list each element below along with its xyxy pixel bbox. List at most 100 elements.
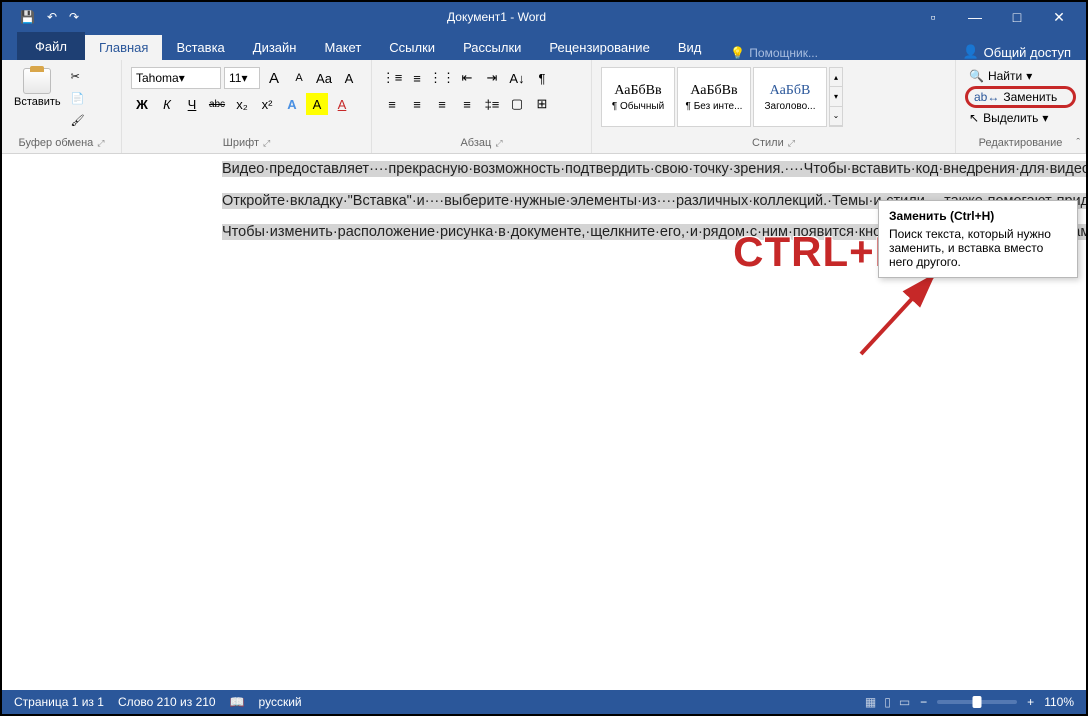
- group-font: Tahoma ▾ 11 ▾ A A Aa A Ж К Ч abc x₂ x² A…: [122, 60, 372, 153]
- tooltip-title: Заменить (Ctrl+H): [889, 209, 1067, 223]
- tab-references[interactable]: Ссылки: [375, 35, 449, 60]
- tab-layout[interactable]: Макет: [310, 35, 375, 60]
- statusbar: Страница 1 из 1 Слово 210 из 210 📖 русск…: [2, 690, 1086, 714]
- font-color-button[interactable]: A: [331, 93, 353, 115]
- ribbon-options-button[interactable]: ▫: [914, 2, 952, 32]
- redo-icon[interactable]: ↷: [69, 10, 79, 24]
- bold-button[interactable]: Ж: [131, 93, 153, 115]
- change-case-button[interactable]: Aa: [313, 67, 335, 89]
- tab-review[interactable]: Рецензирование: [535, 35, 663, 60]
- paragraph-label: Абзац: [460, 137, 491, 149]
- shading-button[interactable]: ▢: [506, 93, 528, 115]
- strike-button[interactable]: abc: [206, 93, 228, 115]
- tab-insert[interactable]: Вставка: [162, 35, 238, 60]
- copy-button[interactable]: 📄: [71, 89, 85, 107]
- share-button[interactable]: 👤Общий доступ: [962, 44, 1071, 60]
- line-spacing-button[interactable]: ‡≡: [481, 93, 503, 115]
- tab-view[interactable]: Вид: [664, 35, 716, 60]
- zoom-slider[interactable]: [937, 700, 1017, 704]
- tab-mailings[interactable]: Рассылки: [449, 35, 535, 60]
- styles-label: Стили: [752, 137, 784, 149]
- justify-button[interactable]: ≡: [456, 93, 478, 115]
- clear-format-button[interactable]: A: [338, 67, 360, 89]
- replace-tooltip: Заменить (Ctrl+H) Поиск текста, который …: [878, 200, 1078, 278]
- bullets-button[interactable]: ⋮≡: [381, 67, 403, 89]
- collapse-ribbon-button[interactable]: ˆ: [1076, 137, 1080, 149]
- font-size-select[interactable]: 11 ▾: [224, 67, 260, 89]
- read-mode-icon[interactable]: ▦: [865, 695, 876, 709]
- highlight-button[interactable]: A: [306, 93, 328, 115]
- paste-icon: [23, 68, 51, 94]
- superscript-button[interactable]: x²: [256, 93, 278, 115]
- tab-file[interactable]: Файл: [17, 32, 85, 60]
- zoom-out-button[interactable]: −: [920, 695, 927, 709]
- titlebar: 💾 ↶ ↷ Документ1 - Word ▫ — □ ✕: [2, 2, 1086, 32]
- show-marks-button[interactable]: ¶: [531, 67, 553, 89]
- ribbon-tabs: Файл Главная Вставка Дизайн Макет Ссылки…: [2, 32, 1086, 60]
- align-left-button[interactable]: ≡: [381, 93, 403, 115]
- select-button[interactable]: ↖Выделить ▾: [965, 109, 1076, 127]
- document-paragraph-1: Видео·предоставляет····прекрасную·возмож…: [222, 161, 1086, 177]
- annotation-arrow: [851, 264, 951, 364]
- share-icon: 👤: [962, 44, 978, 60]
- replace-icon: ab↔: [974, 90, 999, 104]
- word-count[interactable]: Слово 210 из 210: [118, 695, 216, 709]
- font-dialog-icon[interactable]: ⤢: [263, 138, 270, 149]
- ribbon: Вставить ✂ 📄 🖌 Буфер обмена⤢ Tahoma ▾ 11…: [2, 60, 1086, 154]
- numbering-button[interactable]: ≡: [406, 67, 428, 89]
- search-icon: 🔍: [969, 69, 984, 83]
- group-paragraph: ⋮≡ ≡ ⋮⋮ ⇤ ⇥ A↓ ¶ ≡ ≡ ≡ ≡ ‡≡ ▢ ⊞ Абзац ⤢: [372, 60, 592, 153]
- align-center-button[interactable]: ≡: [406, 93, 428, 115]
- clipboard-dialog-icon[interactable]: ⤢: [97, 138, 104, 149]
- increase-indent-button[interactable]: ⇥: [481, 67, 503, 89]
- window-title: Документ1 - Word: [79, 10, 914, 24]
- subscript-button[interactable]: x₂: [231, 93, 253, 115]
- spell-check-icon[interactable]: 📖: [230, 695, 245, 709]
- tab-design[interactable]: Дизайн: [239, 35, 311, 60]
- multilevel-button[interactable]: ⋮⋮: [431, 67, 453, 89]
- language-indicator[interactable]: русский: [259, 695, 302, 709]
- group-editing: 🔍Найти ▾ ab↔Заменить ↖Выделить ▾ Редакти…: [956, 60, 1086, 153]
- minimize-button[interactable]: —: [956, 2, 994, 32]
- tell-me[interactable]: 💡Помощник...: [730, 46, 818, 60]
- text-effects-button[interactable]: A: [281, 93, 303, 115]
- align-right-button[interactable]: ≡: [431, 93, 453, 115]
- print-layout-icon[interactable]: ▯: [884, 695, 891, 709]
- tooltip-body: Поиск текста, который нужно заменить, и …: [889, 227, 1067, 269]
- font-label: Шрифт: [223, 137, 259, 149]
- undo-icon[interactable]: ↶: [47, 10, 57, 24]
- decrease-indent-button[interactable]: ⇤: [456, 67, 478, 89]
- close-button[interactable]: ✕: [1040, 2, 1078, 32]
- paste-button[interactable]: Вставить: [8, 64, 67, 130]
- tab-home[interactable]: Главная: [85, 35, 162, 60]
- italic-button[interactable]: К: [156, 93, 178, 115]
- shrink-font-button[interactable]: A: [288, 67, 310, 89]
- borders-button[interactable]: ⊞: [531, 93, 553, 115]
- save-icon[interactable]: 💾: [20, 10, 35, 24]
- find-button[interactable]: 🔍Найти ▾: [965, 67, 1076, 85]
- style-no-spacing[interactable]: АаБбВв ¶ Без инте...: [677, 67, 751, 127]
- page-indicator[interactable]: Страница 1 из 1: [14, 695, 104, 709]
- editing-label: Редактирование: [979, 137, 1063, 149]
- sort-button[interactable]: A↓: [506, 67, 528, 89]
- zoom-level[interactable]: 110%: [1044, 695, 1074, 709]
- cut-button[interactable]: ✂: [71, 67, 85, 85]
- style-heading1[interactable]: АаБбВ Заголово...: [753, 67, 827, 127]
- style-normal[interactable]: АаБбВв ¶ Обычный: [601, 67, 675, 127]
- clipboard-label: Буфер обмена: [19, 137, 94, 149]
- zoom-in-button[interactable]: +: [1027, 695, 1034, 709]
- group-clipboard: Вставить ✂ 📄 🖌 Буфер обмена⤢: [2, 60, 122, 153]
- web-layout-icon[interactable]: ▭: [899, 695, 910, 709]
- styles-gallery-nav[interactable]: ▴▾⌄: [829, 67, 843, 127]
- bulb-icon: 💡: [730, 46, 745, 60]
- format-painter-button[interactable]: 🖌: [71, 111, 85, 129]
- maximize-button[interactable]: □: [998, 2, 1036, 32]
- underline-button[interactable]: Ч: [181, 93, 203, 115]
- replace-button[interactable]: ab↔Заменить: [965, 86, 1076, 108]
- paragraph-dialog-icon[interactable]: ⤢: [495, 138, 502, 149]
- font-name-select[interactable]: Tahoma ▾: [131, 67, 221, 89]
- styles-dialog-icon[interactable]: ⤢: [788, 138, 795, 149]
- group-styles: АаБбВв ¶ Обычный АаБбВв ¶ Без инте... Аа…: [592, 60, 956, 153]
- cursor-icon: ↖: [969, 111, 979, 125]
- grow-font-button[interactable]: A: [263, 67, 285, 89]
